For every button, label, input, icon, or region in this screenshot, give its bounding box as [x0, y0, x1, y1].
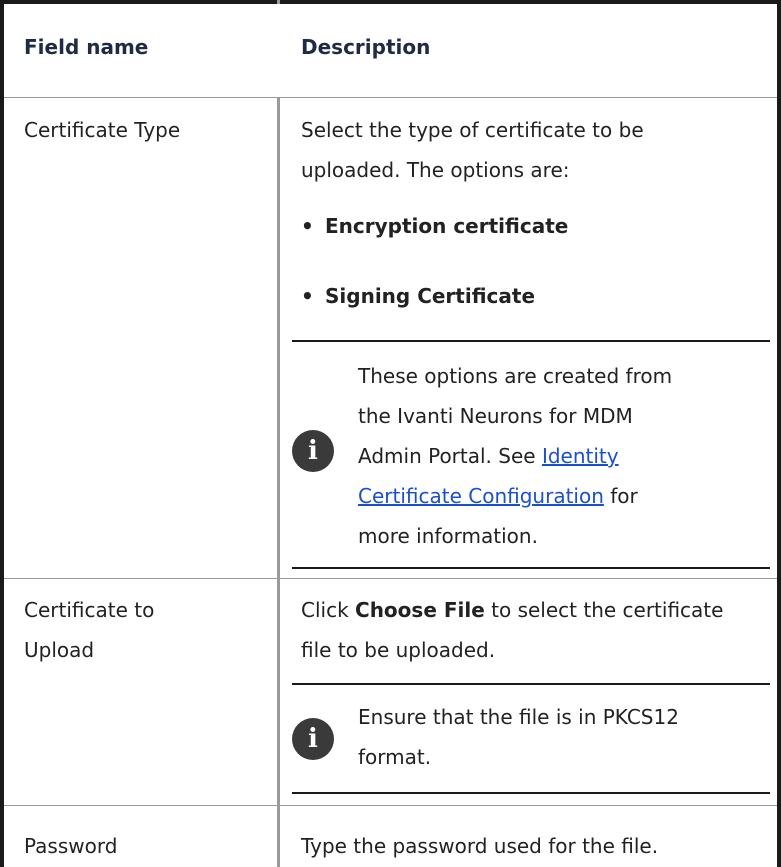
field-password: Password: [24, 834, 118, 858]
description-line: Click Choose File to select the certific…: [301, 590, 771, 630]
note-certificate-type: These options are created from the Ivant…: [358, 356, 770, 556]
note-line: format.: [358, 745, 432, 769]
row-divider: [4, 97, 777, 98]
row-divider: [4, 805, 777, 806]
note-line: Certificate Configuration for: [358, 476, 770, 516]
description-fragment: to select the certificate: [484, 598, 724, 622]
identity-certificate-configuration-link[interactable]: Identity: [542, 444, 619, 468]
note-text-fragment: for: [603, 484, 638, 508]
info-icon: i: [292, 718, 334, 760]
certificate-type-description: Select the type of certificate to be upl…: [301, 110, 761, 190]
bullet-icon: •: [301, 284, 314, 308]
field-certificate-to-upload: Certificate to Upload: [24, 590, 154, 670]
bullet-label: Encryption certificate: [325, 214, 569, 238]
description-line: Select the type of certificate to be: [301, 118, 644, 142]
field-line: Upload: [24, 638, 95, 662]
description-line: file to be uploaded.: [301, 638, 496, 662]
header-description: Description: [301, 35, 431, 59]
note-line: These options are created from: [358, 364, 673, 388]
bullet-label: Signing Certificate: [325, 284, 536, 308]
description-line: uploaded. The options are:: [301, 158, 570, 182]
info-icon: i: [292, 430, 334, 472]
description-fragment: Click: [301, 598, 356, 622]
header-field-name: Field name: [24, 35, 149, 59]
note-certificate-upload: Ensure that the file is in PKCS12 format…: [358, 697, 770, 777]
row-divider: [4, 578, 777, 579]
note-top-rule: [292, 340, 770, 342]
note-top-rule: [292, 683, 770, 685]
note-line: the Ivanti Neurons for MDM: [358, 404, 633, 428]
certificate-upload-description: Click Choose File to select the certific…: [301, 590, 771, 670]
note-line: Admin Portal. See Identity: [358, 436, 770, 476]
list-item-encryption-certificate: • Encryption certificate: [301, 206, 568, 246]
bullet-icon: •: [301, 214, 314, 238]
field-line: Certificate to: [24, 598, 155, 622]
choose-file-emphasis: Choose File: [355, 598, 485, 622]
note-bottom-rule: [292, 792, 770, 794]
note-text-fragment: Admin Portal. See: [358, 444, 542, 468]
note-line: more information.: [358, 524, 538, 548]
identity-certificate-configuration-link-continued[interactable]: Certificate Configuration: [358, 484, 604, 508]
column-divider: [277, 0, 280, 867]
password-description: Type the password used for the file.: [301, 834, 659, 858]
note-line: Ensure that the file is in PKCS12: [358, 705, 679, 729]
field-certificate-type: Certificate Type: [24, 118, 181, 142]
list-item-signing-certificate: • Signing Certificate: [301, 276, 535, 316]
note-bottom-rule: [292, 567, 770, 569]
